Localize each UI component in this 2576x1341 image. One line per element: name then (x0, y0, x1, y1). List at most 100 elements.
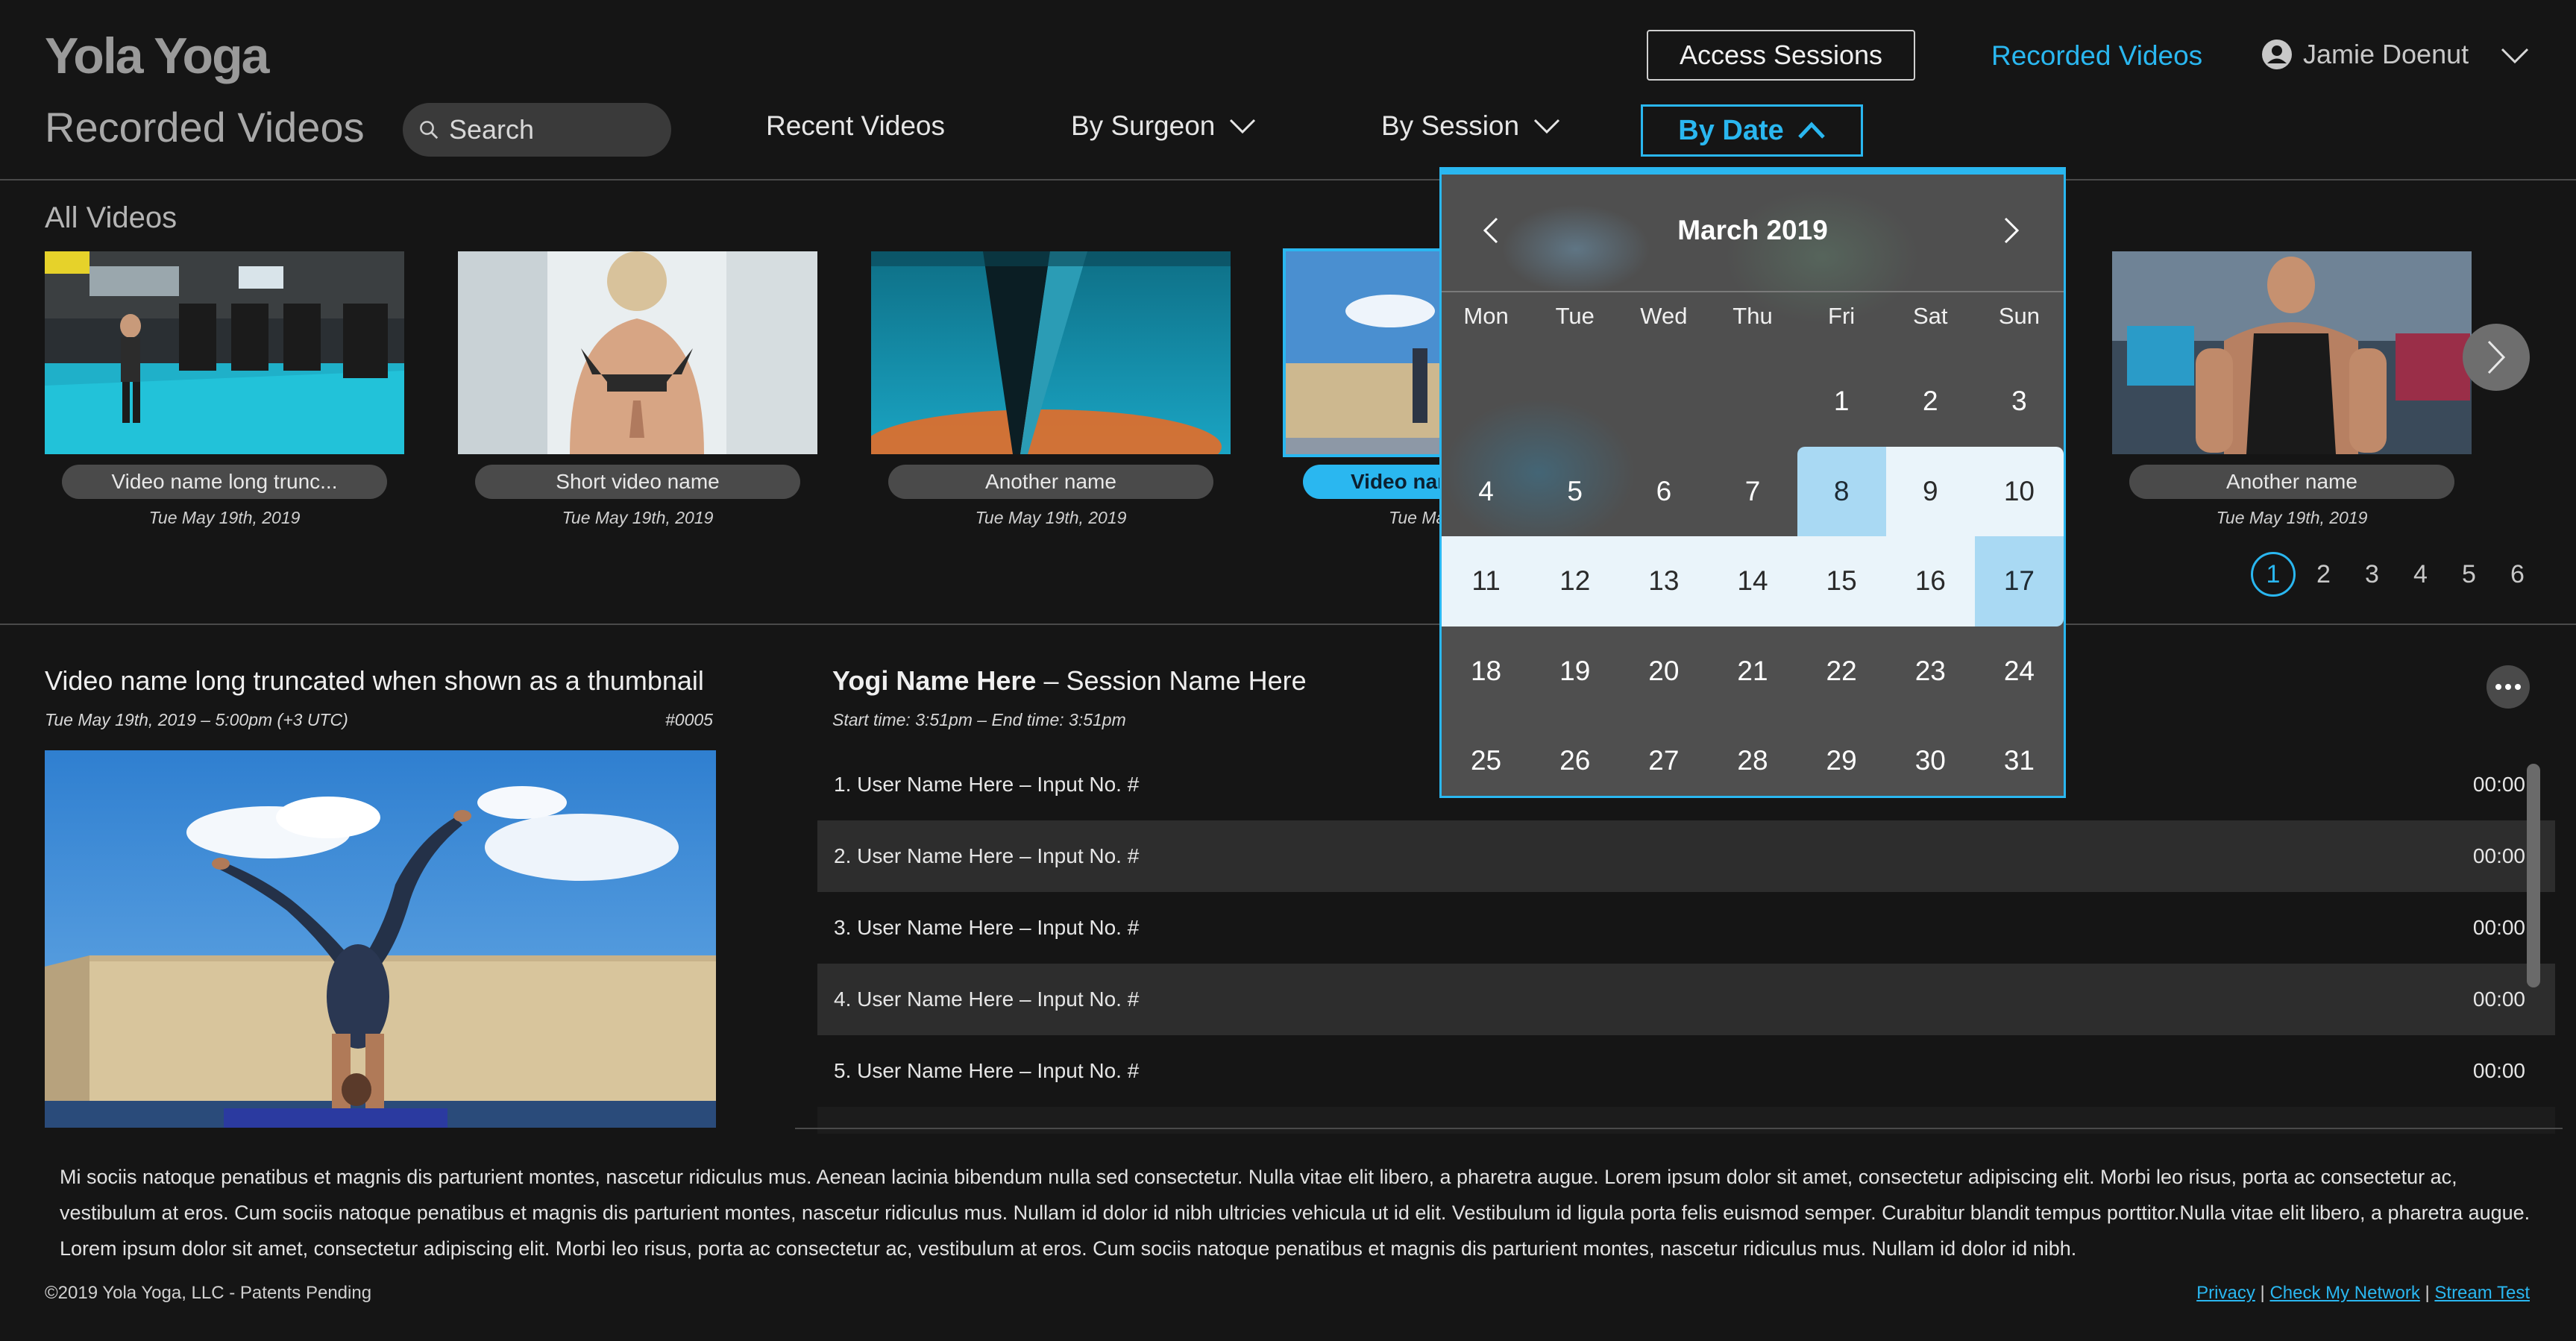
nav-by-session[interactable]: By Session (1381, 110, 1561, 142)
link-separator: | (2419, 1283, 2435, 1303)
thumbnail-name: Another name (2129, 465, 2454, 499)
calendar-day-range-end[interactable]: 17 (1974, 536, 2064, 626)
page-5[interactable]: 5 (2445, 560, 2493, 589)
calendar-day[interactable]: 7 (1708, 447, 1797, 537)
session-title-separator: – (1036, 665, 1066, 696)
list-item-time: 00:00 (2472, 916, 2525, 939)
video-thumbnail[interactable]: Another name Tue May 19th, 2019 (871, 251, 1231, 528)
calendar-day[interactable]: 22 (1797, 626, 1886, 717)
calendar-day[interactable]: 30 (1886, 716, 1975, 796)
weekday-label: Sun (1998, 303, 2040, 329)
session-name: Session Name Here (1066, 665, 1307, 696)
section-divider (0, 624, 2576, 625)
calendar-day[interactable]: 20 (1619, 626, 1708, 717)
thumbnail-date: Tue May 19th, 2019 (975, 508, 1127, 527)
next-month-button[interactable] (1997, 212, 2026, 249)
chevron-right-icon (2487, 340, 2506, 374)
date-picker-popup[interactable]: March 2019 Mon Tue Wed Thu Fri Sat Sun 1… (1439, 167, 2066, 798)
calendar-day[interactable]: 18 (1442, 626, 1530, 717)
description-text: Mi sociis natoque penatibus et magnis di… (60, 1166, 2531, 1260)
calendar-day[interactable]: 23 (1886, 626, 1975, 717)
calendar-day[interactable]: 29 (1797, 716, 1886, 796)
calendar-day[interactable]: 13 (1619, 536, 1709, 626)
list-scrollbar[interactable] (2527, 764, 2540, 987)
calendar-day-range-start[interactable]: 8 (1797, 446, 1886, 536)
calendar-day[interactable]: 3 (1975, 357, 2064, 447)
access-sessions-button[interactable]: Access Sessions (1647, 30, 1915, 81)
chevron-down-icon[interactable] (2500, 46, 2530, 66)
recorded-videos-link[interactable]: Recorded Videos (1991, 40, 2202, 72)
list-item[interactable]: 5. User Name Here – Input No. # 00:00 (817, 1035, 2555, 1107)
calendar-day[interactable]: 11 (1442, 536, 1531, 626)
calendar-day[interactable]: 25 (1442, 716, 1530, 796)
video-number: #0005 (665, 710, 713, 729)
chevron-up-icon (1797, 122, 1825, 139)
calendar-day[interactable]: 12 (1530, 536, 1620, 626)
calendar-day-other-month (1530, 357, 1619, 447)
chevron-down-icon (1534, 119, 1560, 134)
calendar-day[interactable]: 6 (1619, 447, 1708, 537)
search-box[interactable] (403, 103, 671, 157)
more-options-button[interactable] (2487, 665, 2530, 709)
calendar-day[interactable]: 10 (1974, 446, 2064, 536)
weekday-label: Mon (1463, 303, 1509, 329)
chevron-right-icon (2004, 217, 2020, 244)
calendar-day[interactable]: 31 (1975, 716, 2064, 796)
search-input[interactable] (449, 114, 643, 145)
calendar-day[interactable]: 14 (1708, 536, 1797, 626)
video-player[interactable] (45, 750, 716, 1128)
pagination: 1 2 3 4 5 6 (2251, 552, 2542, 597)
calendar-day[interactable]: 21 (1708, 626, 1797, 717)
dot-icon (2495, 684, 2501, 690)
app-logo[interactable]: Yola Yoga (45, 27, 269, 85)
carousel-next-button[interactable] (2463, 324, 2530, 391)
list-item-time: 00:00 (2472, 773, 2525, 796)
thumbnail-date: Tue May 19th, 2019 (2216, 508, 2368, 527)
video-thumbnail[interactable]: Another name Tue May 19th, 2019 (2112, 251, 2472, 528)
video-thumbnail[interactable]: Video name long trunc... Tue May 19th, 2… (45, 251, 404, 528)
page-4[interactable]: 4 (2396, 560, 2445, 589)
list-item[interactable]: 4. User Name Here – Input No. # 00:00 (817, 964, 2555, 1035)
stream-test-link[interactable]: Stream Test (2434, 1283, 2530, 1303)
calendar-day[interactable]: 27 (1619, 716, 1708, 796)
calendar-day[interactable]: 24 (1975, 626, 2064, 717)
user-name: Jamie Doenut (2303, 39, 2469, 69)
calendar-day[interactable]: 19 (1530, 626, 1619, 717)
video-thumbnail[interactable]: Short video name Tue May 19th, 2019 (458, 251, 817, 528)
calendar-day[interactable]: 16 (1885, 536, 1975, 626)
privacy-link[interactable]: Privacy (2196, 1283, 2255, 1303)
page-6[interactable]: 6 (2493, 560, 2542, 589)
thumbnail-image-back[interactable] (458, 251, 817, 454)
calendar-day[interactable]: 2 (1886, 357, 1975, 447)
thumbnail-image-muscle[interactable] (2112, 251, 2472, 454)
weekday-label: Sat (1913, 303, 1948, 329)
calendar-day[interactable]: 1 (1797, 357, 1886, 447)
nav-by-date-button[interactable]: By Date (1641, 104, 1863, 157)
calendar-day[interactable]: 28 (1708, 716, 1797, 796)
calendar-day[interactable]: 5 (1530, 447, 1619, 537)
list-item-partial (817, 1107, 2555, 1134)
calendar-day[interactable]: 9 (1885, 446, 1975, 536)
weekday-label: Wed (1640, 303, 1688, 329)
calendar-day[interactable]: 15 (1797, 536, 1886, 626)
page-2[interactable]: 2 (2299, 560, 2348, 589)
thumbnail-image-gym[interactable] (45, 251, 404, 454)
header-divider (0, 179, 2576, 180)
link-separator: | (2255, 1283, 2270, 1303)
list-item[interactable]: 3. User Name Here – Input No. # 00:00 (817, 892, 2555, 964)
thumbnail-name: Short video name (475, 465, 800, 499)
page-3[interactable]: 3 (2348, 560, 2396, 589)
video-title: Video name long truncated when shown as … (45, 665, 704, 696)
check-network-link[interactable]: Check My Network (2269, 1283, 2419, 1303)
list-item[interactable]: 2. User Name Here – Input No. # 00:00 (817, 820, 2555, 892)
all-videos-title: All Videos (45, 201, 178, 234)
user-menu[interactable]: Jamie Doenut (2261, 39, 2469, 70)
calendar-day[interactable]: 26 (1530, 716, 1619, 796)
nav-recent-videos[interactable]: Recent Videos (766, 110, 945, 142)
calendar-day[interactable]: 4 (1442, 447, 1530, 537)
copyright: ©2019 Yola Yoga, LLC - Patents Pending (45, 1283, 372, 1303)
session-times: Start time: 3:51pm – End time: 3:51pm (832, 710, 1126, 729)
page-1-current[interactable]: 1 (2251, 552, 2296, 597)
thumbnail-image-prism[interactable] (871, 251, 1231, 454)
nav-by-surgeon[interactable]: By Surgeon (1071, 110, 1257, 142)
